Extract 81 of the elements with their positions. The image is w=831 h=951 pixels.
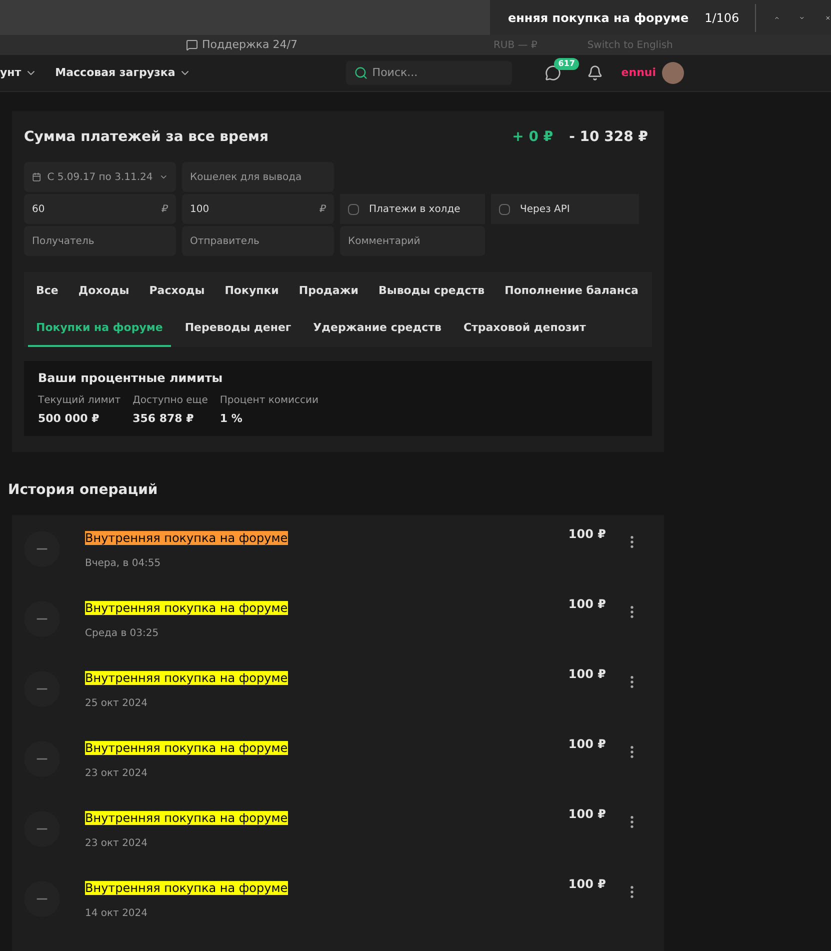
min-amount-input[interactable]: 60 [32,202,162,216]
filter-tab[interactable]: Удержание средств [305,311,450,347]
limit-value: 500 000 ₽ [38,411,100,427]
max-amount-field[interactable]: 100 ₽ [182,194,334,224]
filter-tab[interactable]: Покупки [216,274,287,310]
operation-title[interactable]: Внутренняя покупка на форуме [85,530,288,544]
operation-title[interactable]: Внутренняя покупка на форуме [85,670,288,684]
filter-tab[interactable]: Переводы денег [176,311,300,347]
filter-tab[interactable]: Покупки на форуме [28,311,171,347]
nav-menu[interactable]: Массовая загрузка [55,64,192,82]
date-range-text: С 5.09.17 по 3.11.24 [47,170,153,184]
sender-input[interactable]: Отправитель [190,234,326,248]
operation-title[interactable]: Внутренняя покупка на форуме [85,600,288,614]
chat-icon [186,39,198,51]
operation-icon [24,670,60,706]
operation-amount: 100 ₽ [568,526,606,542]
checkbox[interactable] [499,204,510,214]
messages-icon[interactable] [545,65,562,81]
username[interactable]: ennui [621,64,656,82]
operation-icon [24,600,60,636]
bell-icon[interactable] [587,65,604,81]
filter-tab[interactable]: Все [28,274,66,310]
wallet-input[interactable]: Кошелек для вывода [190,170,326,184]
messages-badge: 617 [554,58,579,70]
operation-amount: 100 ₽ [568,596,606,612]
filter-tab[interactable]: Доходы [70,274,138,310]
operation-date: Вчера, в 04:55 [85,556,162,570]
operation-icon [24,810,60,846]
support-link[interactable]: Поддержка 24/7 [202,36,298,54]
operation-amount: 100 ₽ [568,876,606,892]
operation-title[interactable]: Внутренняя покупка на форуме [85,740,288,754]
operation-date: Среда в 03:25 [85,626,160,640]
limit-value: 356 878 ₽ [132,411,195,427]
operation-icon [24,740,60,776]
history-title: История операций [7,480,159,500]
filter-tab[interactable]: Страховой депозит [455,311,594,347]
calendar-icon [32,171,42,183]
expense-total: - 10 328 ₽ [569,128,648,147]
operation-date: 14 окт 2024 [85,906,149,920]
nav-menu[interactable]: унт [0,64,38,82]
comment-field[interactable]: Комментарий [340,226,485,256]
match-count: 1/106 [704,10,740,26]
max-amount-input[interactable]: 100 [190,202,320,216]
filter-tab[interactable]: Расходы [141,274,213,310]
limit-value: 1 % [220,411,244,427]
sender-field[interactable]: Отправитель [182,226,334,256]
limit-label: Текущий лимит [38,394,121,408]
operation-date: 25 окт 2024 [85,696,149,710]
checkbox-label: Через API [520,202,570,216]
operation-date: 23 окт 2024 [85,766,149,780]
checkbox-label: Платежи в холде [369,202,460,216]
avatar[interactable] [662,62,684,84]
wallet-field[interactable]: Кошелек для вывода [182,162,334,192]
find-query[interactable]: енняя покупка на форуме [508,8,689,26]
operation-amount: 100 ₽ [568,806,606,822]
currency-sign: ₽ [320,202,326,216]
search-input[interactable]: Поиск... [372,64,492,82]
filter-tab[interactable]: Пополнение баланса [496,274,646,310]
checkbox[interactable] [348,204,359,214]
summary-title: Сумма платежей за все время [24,128,268,147]
limits-title: Ваши процентные лимиты [38,370,224,387]
limit-label: Доступно еще [132,394,208,408]
search-field[interactable]: Поиск... [346,61,512,85]
operation-amount: 100 ₽ [568,736,606,752]
min-amount-field[interactable]: 60 ₽ [24,194,176,224]
operation-icon [24,880,60,916]
filter-tab[interactable]: Продажи [290,274,367,310]
date-range-picker[interactable]: С 5.09.17 по 3.11.24 [24,162,176,192]
limit-label: Процент комиссии [220,394,319,408]
income-total: + 0 ₽ [512,128,554,147]
operation-icon [24,530,60,566]
operation-amount: 100 ₽ [568,666,606,682]
operation-title[interactable]: Внутренняя покупка на форуме [85,880,288,894]
search-icon [354,66,368,80]
recipient-field[interactable]: Получатель [24,226,176,256]
recipient-input[interactable]: Получатель [32,234,168,248]
operation-title[interactable]: Внутренняя покупка на форуме [85,810,288,824]
comment-input[interactable]: Комментарий [348,234,477,248]
filter-tab[interactable]: Выводы средств [370,274,493,310]
currency-sign: ₽ [162,202,168,216]
operation-date: 23 окт 2024 [85,836,149,850]
